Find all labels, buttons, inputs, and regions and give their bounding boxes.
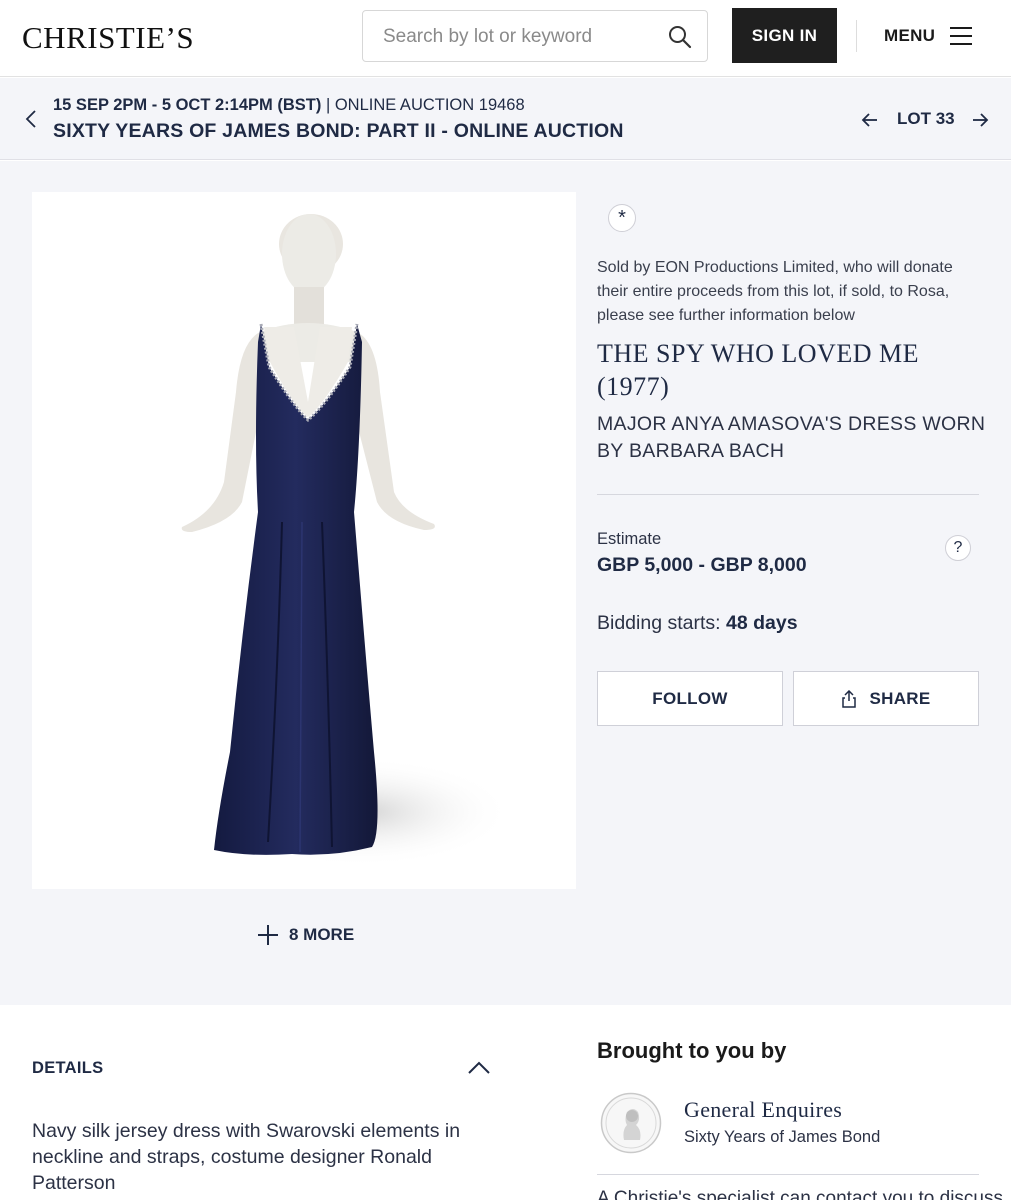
brought-to-you-heading: Brought to you by	[597, 1038, 787, 1063]
sign-in-button[interactable]: SIGN IN	[732, 8, 837, 63]
christies-logo[interactable]: CHRISTIE’S	[22, 20, 194, 56]
sale-dates: 15 SEP 2PM - 5 OCT 2:14PM (BST)	[53, 96, 322, 114]
share-icon	[842, 689, 857, 708]
menu-label: MENU	[884, 26, 936, 45]
follow-label: FOLLOW	[652, 688, 728, 708]
dress-mannequin-image	[181, 214, 512, 867]
asterisk-badge-icon[interactable]: *	[608, 204, 636, 232]
search-icon[interactable]	[667, 24, 693, 50]
arrow-left-icon[interactable]	[860, 110, 880, 130]
details-heading[interactable]: DETAILS	[32, 1059, 103, 1078]
christie-portrait-medal-icon	[600, 1092, 662, 1154]
sale-separator: |	[321, 96, 335, 114]
sale-title-link[interactable]: SIXTY YEARS OF JAMES BOND: PART II - ONL…	[53, 120, 624, 143]
contact-sale: Sixty Years of James Bond	[684, 1128, 881, 1146]
menu-button[interactable]: MENU	[884, 22, 973, 50]
sale-info-line: 15 SEP 2PM - 5 OCT 2:14PM (BST) | ONLINE…	[53, 96, 525, 115]
search-input[interactable]	[383, 23, 653, 51]
chevron-left-icon[interactable]	[22, 108, 42, 130]
contact-divider	[597, 1174, 979, 1175]
lot-title: THE SPY WHO LOVED ME (1977)	[597, 339, 919, 401]
hamburger-icon	[950, 27, 973, 45]
lot-image[interactable]	[32, 192, 576, 889]
auction-type: ONLINE AUCTION 19468	[334, 96, 525, 114]
arrow-right-icon[interactable]	[970, 110, 990, 130]
estimate-value: GBP 5,000 - GBP 8,000	[597, 554, 807, 576]
contact-description: A Christie's specialist can contact you …	[597, 1188, 1003, 1200]
follow-button[interactable]: FOLLOW	[597, 671, 783, 726]
contact-name[interactable]: General Enquires	[684, 1097, 842, 1123]
more-images-label: 8 MORE	[289, 925, 355, 944]
help-icon[interactable]: ?	[945, 535, 971, 561]
lot-subtitle: MAJOR ANYA AMASOVA'S DRESS WORN BY BARBA…	[597, 413, 986, 462]
lot-note: Sold by EON Productions Limited, who wil…	[597, 259, 953, 324]
plus-icon	[258, 925, 278, 945]
share-button[interactable]: SHARE	[793, 671, 979, 726]
more-images-button[interactable]: 8 MORE	[257, 924, 354, 946]
info-divider	[597, 494, 979, 495]
details-body: Navy silk jersey dress with Swarovski el…	[32, 1120, 461, 1194]
bidding-starts: Bidding starts: 48 days	[597, 612, 798, 635]
top-header: CHRISTIE’S SIGN IN MENU	[0, 0, 1011, 77]
bidding-value: 48 days	[725, 612, 798, 634]
header-divider	[856, 20, 857, 52]
chevron-up-icon[interactable]	[467, 1058, 491, 1076]
search-box[interactable]	[362, 10, 708, 62]
bidding-label: Bidding starts:	[597, 612, 726, 634]
lot-number: LOT 33	[897, 109, 955, 128]
estimate-label: Estimate	[597, 530, 662, 548]
share-label: SHARE	[869, 688, 931, 708]
